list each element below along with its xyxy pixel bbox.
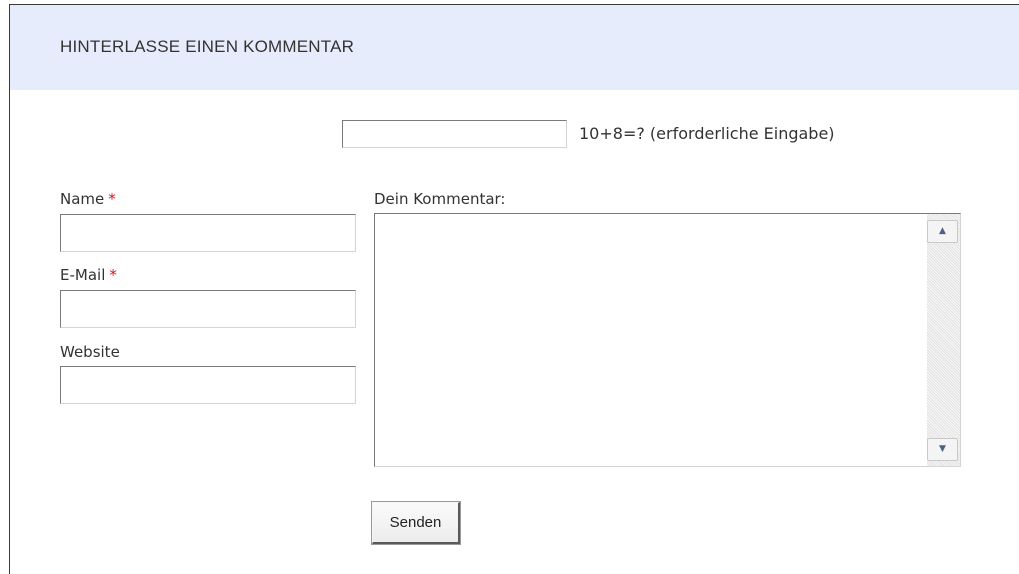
captcha-question: 10+8=? (erforderliche Eingabe) — [579, 124, 835, 143]
email-required-marker: * — [109, 266, 117, 284]
arrow-down-icon[interactable]: ▼ — [927, 438, 958, 461]
arrow-up-icon[interactable]: ▲ — [927, 220, 958, 243]
comment-textarea-box: ▲ ▼ — [374, 213, 961, 467]
email-input[interactable] — [60, 290, 356, 328]
name-label: Name * — [60, 190, 116, 208]
comment-scrollbar[interactable]: ▲ ▼ — [927, 214, 960, 466]
name-input[interactable] — [60, 214, 356, 252]
comment-header: HINTERLASSE EINEN KOMMENTAR — [10, 5, 1019, 90]
name-label-text: Name — [60, 190, 105, 208]
email-label-text: E-Mail — [60, 266, 106, 284]
name-required-marker: * — [108, 190, 116, 208]
submit-button[interactable]: Senden — [371, 501, 461, 545]
website-label: Website — [60, 343, 120, 361]
comment-header-title: HINTERLASSE EINEN KOMMENTAR — [60, 37, 355, 56]
email-label: E-Mail * — [60, 266, 117, 284]
comment-textarea[interactable] — [375, 214, 927, 466]
comment-label: Dein Kommentar: — [374, 190, 506, 208]
website-input[interactable] — [60, 366, 356, 404]
captcha-input[interactable] — [342, 120, 567, 148]
